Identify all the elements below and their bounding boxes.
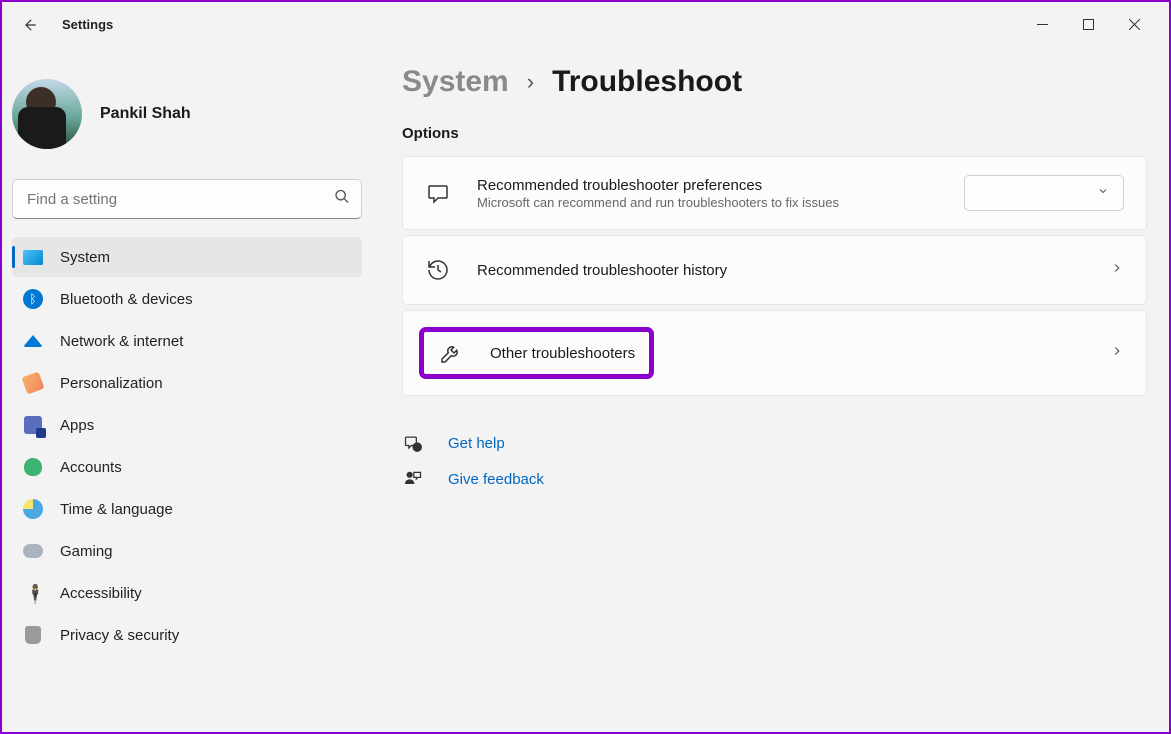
svg-text:?: ? [415,446,419,452]
nav-label: Network & internet [60,333,183,350]
footer-links: ? Get help Give feedback [402,432,1147,490]
breadcrumb: System › Troubleshoot [402,65,1147,99]
card-other-troubleshooters[interactable]: Other troubleshooters [402,310,1147,396]
sidebar-item-system[interactable]: System [12,237,362,277]
window-title: Settings [62,17,113,32]
profile-block[interactable]: Pankil Shah [12,55,362,179]
accounts-icon [23,457,43,477]
highlight-box: Other troubleshooters [419,327,654,379]
sidebar-item-bluetooth[interactable]: ᛒ Bluetooth & devices [12,279,362,319]
chevron-right-icon [1110,344,1124,363]
card-history[interactable]: Recommended troubleshooter history [402,235,1147,305]
bluetooth-icon: ᛒ [23,289,43,309]
history-icon [425,257,451,283]
card-recommended-prefs[interactable]: Recommended troubleshooter preferences M… [402,156,1147,230]
close-icon [1129,19,1140,30]
search-input[interactable] [12,179,362,219]
nav-list: System ᛒ Bluetooth & devices Network & in… [12,237,362,655]
system-icon [23,247,43,267]
search-icon [334,189,350,210]
sidebar-item-time[interactable]: Time & language [12,489,362,529]
profile-name: Pankil Shah [100,105,191,123]
accessibility-icon: 🕴 [23,583,43,603]
chevron-down-icon [1097,184,1109,202]
gaming-icon [23,541,43,561]
sidebar-item-privacy[interactable]: Privacy & security [12,615,362,655]
titlebar: Settings [2,2,1169,47]
breadcrumb-current: Troubleshoot [552,65,742,99]
back-button[interactable] [14,10,44,40]
sidebar-item-accounts[interactable]: Accounts [12,447,362,487]
section-heading: Options [402,125,1147,142]
wrench-icon [438,340,464,366]
feedback-link[interactable]: Give feedback [402,468,1147,490]
card-list: Recommended troubleshooter preferences M… [402,156,1147,396]
sidebar-item-apps[interactable]: Apps [12,405,362,445]
feedback-icon [402,468,424,490]
maximize-icon [1083,19,1094,30]
card-title: Recommended troubleshooter history [477,262,1110,279]
nav-label: Apps [60,417,94,434]
content-area: System › Troubleshoot Options Recommende… [372,47,1169,732]
breadcrumb-sep: › [527,69,534,95]
breadcrumb-parent[interactable]: System [402,65,509,99]
maximize-button[interactable] [1065,9,1111,41]
search-container [12,179,362,219]
chevron-right-icon [1110,261,1124,280]
card-title: Recommended troubleshooter preferences [477,177,964,194]
minimize-icon [1037,19,1048,30]
card-subtitle: Microsoft can recommend and run troubles… [477,195,964,210]
network-icon [23,331,43,351]
minimize-button[interactable] [1019,9,1065,41]
nav-label: Gaming [60,543,113,560]
card-title: Other troubleshooters [490,345,635,362]
nav-label: System [60,249,110,266]
sidebar-item-network[interactable]: Network & internet [12,321,362,361]
time-icon [23,499,43,519]
window-controls [1019,9,1157,41]
sidebar-item-personalization[interactable]: Personalization [12,363,362,403]
nav-label: Time & language [60,501,173,518]
get-help-link[interactable]: ? Get help [402,432,1147,454]
help-icon: ? [402,432,424,454]
chat-icon [425,180,451,206]
personalization-icon [23,373,43,393]
sidebar-item-accessibility[interactable]: 🕴 Accessibility [12,573,362,613]
prefs-dropdown[interactable] [964,175,1124,211]
back-arrow-icon [20,16,38,34]
nav-label: Personalization [60,375,163,392]
sidebar: Pankil Shah System ᛒ Bluetooth & devices … [2,47,372,732]
apps-icon [23,415,43,435]
nav-label: Privacy & security [60,627,179,644]
close-button[interactable] [1111,9,1157,41]
privacy-icon [23,625,43,645]
nav-label: Bluetooth & devices [60,291,193,308]
sidebar-item-gaming[interactable]: Gaming [12,531,362,571]
link-label: Give feedback [448,471,544,488]
nav-label: Accounts [60,459,122,476]
nav-label: Accessibility [60,585,142,602]
avatar [12,79,82,149]
link-label: Get help [448,435,505,452]
